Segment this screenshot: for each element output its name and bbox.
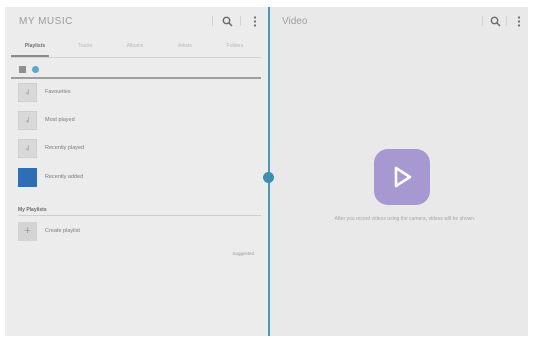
tab-albums[interactable]: Albums: [111, 37, 159, 55]
toolbar-separator: [506, 16, 507, 26]
music-note-icon: [18, 110, 37, 130]
music-note-icon: [18, 138, 37, 158]
tab-artists[interactable]: Artists: [161, 37, 209, 55]
toolbar-separator: [240, 16, 241, 26]
toolbar-separator: [482, 16, 483, 26]
suggested-link[interactable]: Suggested: [232, 251, 254, 256]
playlist-item-most-played[interactable]: Most played: [18, 110, 258, 130]
playlist-item-recently-played[interactable]: Recently played: [18, 138, 258, 158]
tab-tracks[interactable]: Tracks: [61, 37, 109, 55]
music-tabs: Playlists Tracks Albums Artists Folders: [11, 37, 261, 55]
more-options-icon[interactable]: [512, 14, 526, 28]
playlist-label: Favourites: [45, 89, 71, 95]
create-playlist-label: Create playlist: [45, 228, 80, 234]
tab-playlists[interactable]: Playlists: [11, 37, 59, 55]
plus-icon: +: [18, 221, 37, 241]
album-art-thumbnail: [18, 167, 37, 187]
video-title: Video: [282, 16, 308, 27]
playlist-label: Most played: [45, 117, 75, 123]
search-icon[interactable]: [220, 14, 234, 28]
video-app-icon: [374, 149, 430, 205]
playlist-label: Recently played: [45, 145, 85, 151]
more-options-icon[interactable]: [248, 14, 262, 28]
list-view-icon[interactable]: [32, 65, 39, 73]
search-icon[interactable]: [488, 14, 502, 28]
video-panel: Video After you record videos using the …: [270, 7, 528, 336]
playlist-item-favourites[interactable]: Favourites: [18, 82, 258, 102]
grid-view-icon[interactable]: [19, 65, 26, 73]
view-divider: [11, 77, 261, 79]
create-playlist-button[interactable]: + Create playlist: [18, 221, 258, 241]
music-note-icon: [18, 82, 37, 102]
playlist-label: Recently added: [45, 174, 84, 180]
view-toggle: [19, 63, 39, 75]
empty-state-message: After you record videos using the camera…: [334, 216, 476, 222]
toolbar-separator: [212, 16, 213, 26]
tab-folders[interactable]: Folders: [211, 37, 259, 55]
section-divider: [18, 215, 261, 216]
split-handle[interactable]: [263, 172, 274, 183]
music-title: MY MUSIC: [19, 16, 73, 27]
screen: MY MUSIC Playlists Tracks Albums Artists…: [5, 7, 528, 336]
tab-divider: [11, 57, 261, 58]
playlist-item-recently-added[interactable]: Recently added: [18, 167, 258, 187]
my-playlists-header: My Playlists: [18, 207, 47, 213]
play-icon: [394, 166, 412, 188]
music-panel: MY MUSIC Playlists Tracks Albums Artists…: [5, 7, 268, 336]
